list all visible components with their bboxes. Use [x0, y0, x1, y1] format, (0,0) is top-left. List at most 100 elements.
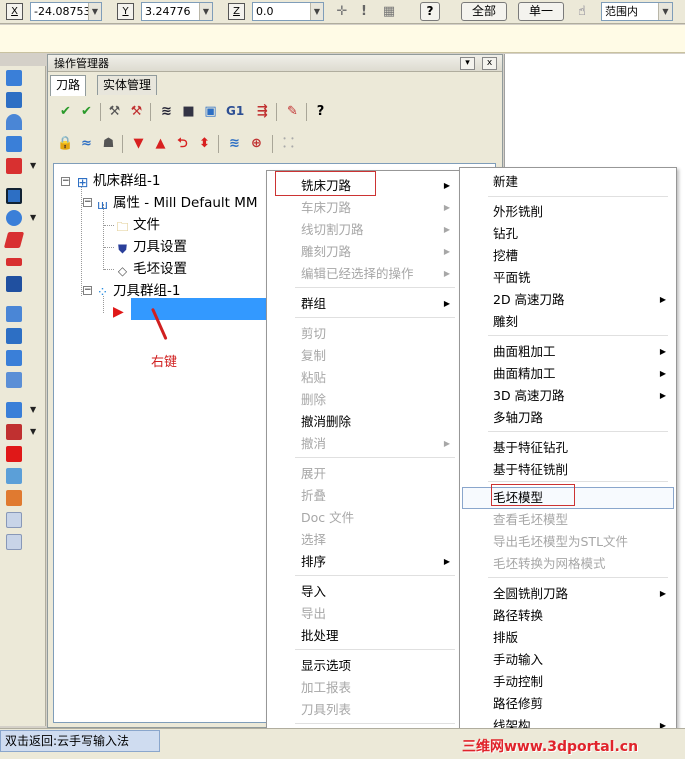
- tree-node-machine-group[interactable]: ⊞ 机床群组-1: [75, 172, 161, 190]
- submenu-item[interactable]: 全圆铣削刀路 ▶: [460, 583, 676, 605]
- plane-icon[interactable]: [6, 258, 22, 266]
- highfeed-icon[interactable]: ✎: [284, 103, 301, 120]
- submenu-item[interactable]: 平面铣: [460, 267, 676, 289]
- toggle-post-icon[interactable]: ☗: [100, 135, 117, 152]
- stack-icon[interactable]: [6, 328, 22, 344]
- select-all-ops-icon[interactable]: ✔: [57, 103, 74, 120]
- tab-toolpaths[interactable]: 刀路: [50, 75, 87, 96]
- context-menu-item[interactable]: 撤消删除: [267, 411, 460, 433]
- panel-close-button[interactable]: x: [482, 57, 497, 70]
- context-menu-item[interactable]: 排序 ▶: [267, 551, 460, 573]
- chevron-down-icon[interactable]: ▼: [30, 405, 36, 414]
- collapse-toggle[interactable]: −: [83, 198, 92, 207]
- submenu-item[interactable]: 挖槽: [460, 245, 676, 267]
- select-dirty-ops-icon[interactable]: ✔: [78, 103, 95, 120]
- wave-icon[interactable]: ≋: [226, 135, 243, 152]
- chevron-down-icon[interactable]: ▼: [199, 3, 212, 20]
- x-coordinate-input[interactable]: -24.08753 ▼: [30, 2, 102, 21]
- cube-red-icon[interactable]: [6, 424, 22, 440]
- cube-icon[interactable]: [6, 276, 22, 292]
- target-icon[interactable]: ⊕: [248, 135, 265, 152]
- chevron-down-icon[interactable]: ▼: [30, 213, 36, 222]
- z-coordinate-input[interactable]: 0.0 ▼: [252, 2, 324, 21]
- submenu-item[interactable]: 毛坯模型: [460, 487, 676, 509]
- grid-icon[interactable]: ▦: [376, 2, 402, 22]
- numbers-icon[interactable]: [6, 372, 22, 388]
- submenu-item[interactable]: 曲面精加工 ▶: [460, 363, 676, 385]
- regenerate-dirty-icon[interactable]: ⚒: [128, 103, 145, 120]
- submenu-item[interactable]: 基于特征铣削: [460, 459, 676, 481]
- chevron-down-icon[interactable]: ▼: [30, 161, 36, 170]
- submenu-item[interactable]: 路径转换: [460, 605, 676, 627]
- insert-arrow-icon[interactable]: ⮌: [174, 135, 191, 152]
- y-coordinate-input[interactable]: 3.24776 ▼: [141, 2, 213, 21]
- submenu-item[interactable]: 排版: [460, 627, 676, 649]
- submenu-item[interactable]: 钻孔: [460, 223, 676, 245]
- move-both-icon[interactable]: ⬍: [196, 135, 213, 152]
- arc-icon[interactable]: [6, 114, 22, 130]
- toggle-display-icon[interactable]: ≈: [78, 135, 95, 152]
- all-button[interactable]: 全部: [461, 2, 507, 21]
- chevron-down-icon[interactable]: ▼: [310, 3, 323, 20]
- move-up-arrow-icon[interactable]: ▲: [152, 135, 169, 152]
- post-g1-icon[interactable]: G1: [226, 103, 244, 120]
- layers-icon[interactable]: [6, 306, 22, 322]
- chevron-down-icon[interactable]: ▼: [30, 427, 36, 436]
- context-menu-item[interactable]: 群组 ▶: [267, 293, 460, 315]
- hidden-line-icon[interactable]: [6, 534, 22, 550]
- grid-view-icon[interactable]: [6, 402, 22, 418]
- chevron-down-icon[interactable]: ▼: [658, 3, 672, 20]
- solid-cube-icon[interactable]: [6, 158, 22, 174]
- select-cursor-icon[interactable]: ☝: [571, 2, 593, 22]
- edit-icon[interactable]: [6, 468, 22, 484]
- submenu-item[interactable]: 曲面粗加工 ▶: [460, 341, 676, 363]
- cylinder-icon[interactable]: [3, 232, 25, 248]
- tree-node-tool-settings[interactable]: ⛊ 刀具设置: [115, 238, 187, 256]
- arrow-down-icon[interactable]: [6, 136, 22, 152]
- box-icon[interactable]: [6, 188, 22, 204]
- wireframe-icon[interactable]: [6, 512, 22, 528]
- submenu-item[interactable]: 多轴刀路: [460, 407, 676, 429]
- submenu-item[interactable]: 新建: [460, 171, 676, 193]
- chevron-down-icon[interactable]: ▼: [88, 3, 101, 20]
- verify-icon[interactable]: ■: [180, 103, 197, 120]
- single-button[interactable]: 单一: [518, 2, 564, 21]
- submenu-item[interactable]: 雕刻: [460, 311, 676, 333]
- x-axis-label[interactable]: X: [6, 3, 23, 20]
- ime-status[interactable]: 双击返回:云手写输入法: [0, 730, 160, 752]
- shade-icon[interactable]: [6, 490, 22, 506]
- submenu-item[interactable]: 基于特征钻孔: [460, 437, 676, 459]
- sphere-icon[interactable]: [6, 210, 22, 226]
- lock-icon[interactable]: 🔒: [57, 135, 74, 152]
- context-menu-item[interactable]: 铣床刀路 ▶: [267, 175, 460, 197]
- simulate-icon[interactable]: ▣: [202, 103, 219, 120]
- submenu-item[interactable]: 外形铣削: [460, 201, 676, 223]
- tree-node-stock-settings[interactable]: ◇ 毛坯设置: [115, 260, 187, 278]
- view-rotate-icon[interactable]: [6, 92, 22, 108]
- color-square-icon[interactable]: [6, 446, 22, 462]
- submenu-item[interactable]: 路径修剪: [460, 693, 676, 715]
- context-menu-item[interactable]: 导入: [267, 581, 460, 603]
- z-axis-label[interactable]: Z: [228, 3, 245, 20]
- submenu-item[interactable]: 2D 高速刀路 ▶: [460, 289, 676, 311]
- submenu-item[interactable]: 手动输入: [460, 649, 676, 671]
- tab-solids[interactable]: 实体管理: [97, 75, 158, 95]
- tree-node-files[interactable]: 🗀 文件: [115, 216, 160, 234]
- autocursor-icon[interactable]: ✛: [331, 2, 353, 22]
- context-menu-item[interactable]: 显示选项: [267, 655, 460, 677]
- post-selected-icon[interactable]: ⇶: [254, 103, 271, 120]
- collapse-toggle[interactable]: −: [61, 177, 70, 186]
- view-top-icon[interactable]: [6, 70, 22, 86]
- y-axis-label[interactable]: Y: [117, 3, 134, 20]
- submenu-item[interactable]: 3D 高速刀路 ▶: [460, 385, 676, 407]
- collapse-toggle[interactable]: −: [83, 286, 92, 295]
- exclamation-icon[interactable]: !: [356, 2, 372, 22]
- range-select[interactable]: 范围内 ▼: [601, 2, 673, 21]
- submenu-item[interactable]: 手动控制: [460, 671, 676, 693]
- tree-node-properties[interactable]: ш 属性 - Mill Default MM: [95, 194, 258, 212]
- help-icon[interactable]: ?: [312, 103, 329, 120]
- regenerate-icon[interactable]: ⚒: [106, 103, 123, 120]
- context-menu-item[interactable]: 批处理: [267, 625, 460, 647]
- help-button[interactable]: ?: [420, 2, 440, 21]
- panel-minimize-button[interactable]: ▾: [460, 57, 475, 70]
